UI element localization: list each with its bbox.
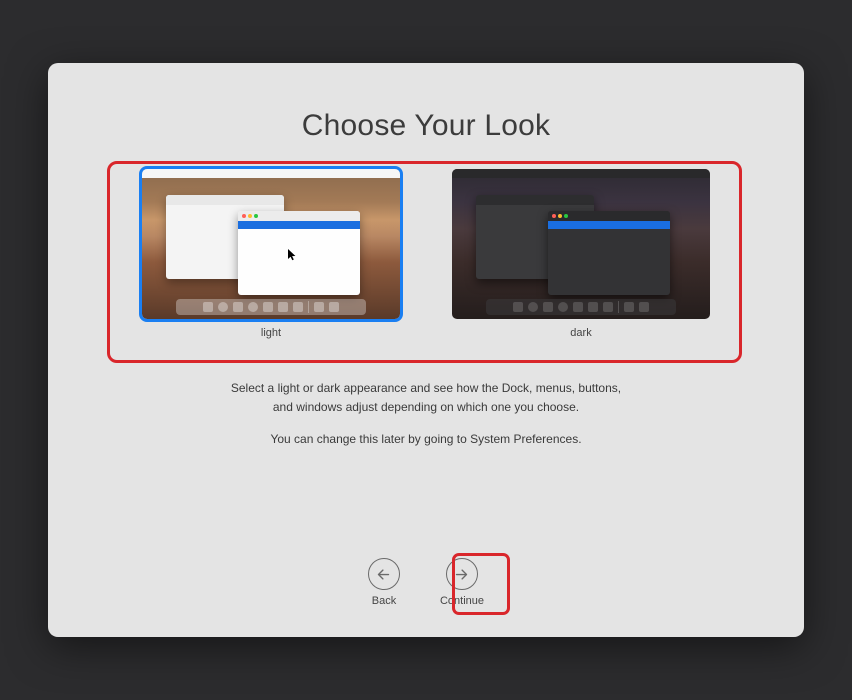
description-line-2: and windows adjust depending on which on… bbox=[273, 400, 579, 414]
description-text: Select a light or dark appearance and se… bbox=[231, 379, 621, 416]
back-button[interactable]: Back bbox=[368, 558, 400, 607]
setup-panel: Choose Your Look light bbox=[48, 63, 804, 637]
thumbnail-dark[interactable] bbox=[452, 169, 710, 319]
continue-button[interactable]: Continue bbox=[440, 558, 484, 607]
option-light[interactable]: light bbox=[142, 169, 400, 339]
option-dark-label: dark bbox=[570, 327, 591, 339]
thumbnail-light[interactable] bbox=[142, 169, 400, 319]
option-light-label: light bbox=[261, 327, 281, 339]
page-title: Choose Your Look bbox=[302, 109, 550, 143]
cursor-icon bbox=[288, 249, 298, 264]
arrow-left-icon bbox=[368, 558, 400, 590]
appearance-options: light dark bbox=[142, 169, 710, 339]
traffic-lights-icon bbox=[242, 214, 258, 218]
arrow-right-icon bbox=[446, 558, 478, 590]
continue-label: Continue bbox=[440, 595, 484, 607]
menubar-light bbox=[142, 169, 400, 178]
nav-buttons: Back Continue bbox=[48, 558, 804, 607]
window-preview-2 bbox=[238, 211, 360, 295]
description-note: You can change this later by going to Sy… bbox=[270, 432, 581, 446]
window-preview-2 bbox=[548, 211, 670, 295]
option-dark[interactable]: dark bbox=[452, 169, 710, 339]
traffic-lights-icon bbox=[552, 214, 568, 218]
dock-preview-light bbox=[176, 299, 366, 315]
menubar-dark bbox=[452, 169, 710, 178]
description-line-1: Select a light or dark appearance and se… bbox=[231, 381, 621, 395]
back-label: Back bbox=[372, 595, 396, 607]
dock-preview-dark bbox=[486, 299, 676, 315]
